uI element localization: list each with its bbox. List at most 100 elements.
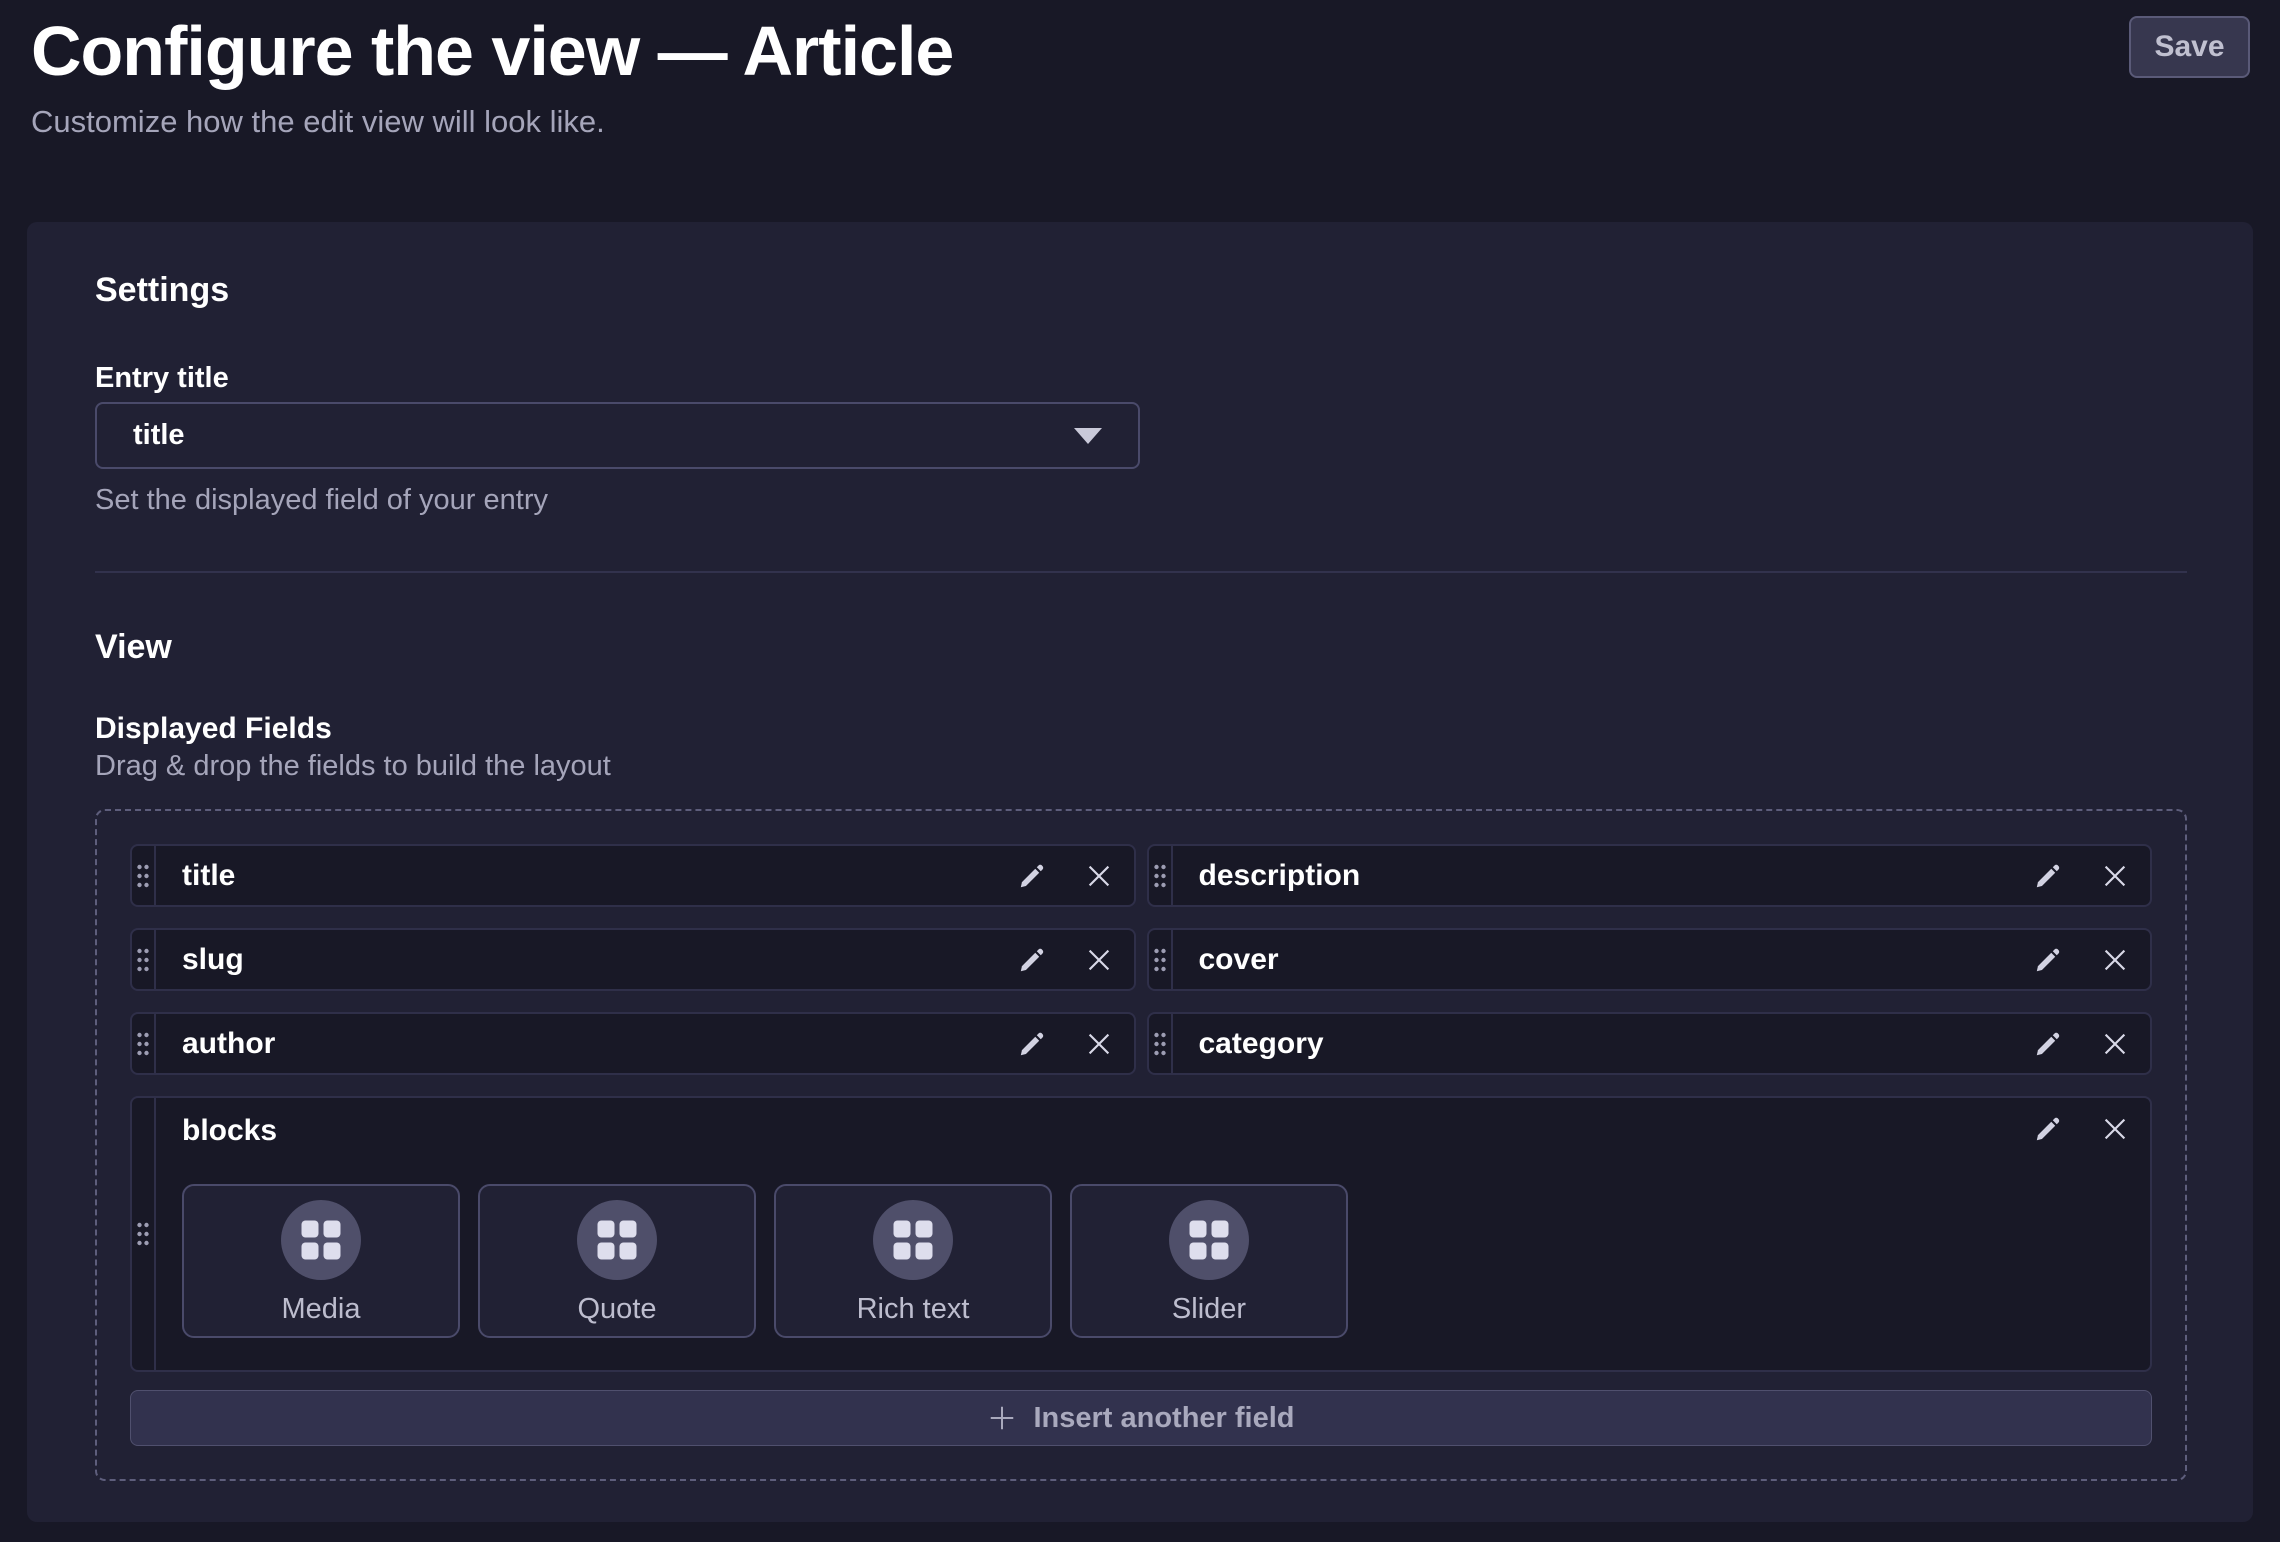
row-actions [1018, 930, 1134, 989]
pencil-icon [2034, 946, 2062, 974]
page-title: Configure the view — Article [31, 14, 2250, 88]
remove-field-button[interactable] [2100, 945, 2130, 975]
insert-another-field-button[interactable]: Insert another field [130, 1390, 2152, 1446]
grid-icon [892, 1219, 934, 1261]
view-heading: View [95, 627, 2187, 667]
fields-grid: title description [130, 844, 2152, 1372]
component-label: Slider [1172, 1293, 1246, 1326]
fields-drop-zone: title description [95, 809, 2187, 1481]
remove-field-button[interactable] [2100, 1029, 2130, 1059]
page-subtitle: Customize how the edit view will look li… [31, 104, 2250, 140]
edit-field-button[interactable] [1018, 862, 1046, 890]
pencil-icon [1018, 946, 1046, 974]
row-actions [2034, 930, 2150, 989]
close-icon [2100, 1029, 2130, 1059]
field-name: title [156, 846, 1018, 905]
row-actions [1018, 846, 1134, 905]
settings-panel: Settings Entry title title Set the displ… [27, 222, 2253, 1522]
row-actions [1018, 1014, 1134, 1073]
blocks-content: blocks Med [156, 1098, 2150, 1370]
drag-handle[interactable] [1149, 930, 1173, 989]
component-icon-circle [577, 1200, 657, 1280]
field-row-category[interactable]: category [1147, 1012, 2153, 1075]
close-icon [1084, 1029, 1114, 1059]
component-card-rich-text[interactable]: Rich text [774, 1184, 1052, 1338]
edit-field-button[interactable] [1018, 1030, 1046, 1058]
component-label: Quote [578, 1293, 657, 1326]
row-actions [2034, 1014, 2150, 1073]
plus-icon [987, 1403, 1017, 1433]
entry-title-hint: Set the displayed field of your entry [95, 483, 2187, 517]
displayed-fields-label: Displayed Fields [95, 711, 2187, 747]
field-name: author [156, 1014, 1018, 1073]
component-label: Rich text [857, 1293, 970, 1326]
grid-icon [1188, 1219, 1230, 1261]
pencil-icon [2034, 1115, 2062, 1143]
remove-field-button[interactable] [1084, 945, 1114, 975]
drag-handle[interactable] [132, 1098, 156, 1370]
remove-field-button[interactable] [1084, 1029, 1114, 1059]
close-icon [2100, 861, 2130, 891]
edit-field-button[interactable] [2034, 862, 2062, 890]
insert-another-field-label: Insert another field [1033, 1402, 1294, 1435]
component-card-quote[interactable]: Quote [478, 1184, 756, 1338]
field-row-description[interactable]: description [1147, 844, 2153, 907]
pencil-icon [1018, 862, 1046, 890]
grip-dots-icon [1153, 1031, 1167, 1057]
pencil-icon [2034, 862, 2062, 890]
page-header: Configure the view — Article Customize h… [0, 0, 2280, 140]
close-icon [2100, 945, 2130, 975]
field-name: slug [156, 930, 1018, 989]
component-icon-circle [281, 1200, 361, 1280]
entry-title-label: Entry title [95, 360, 2187, 396]
grip-dots-icon [136, 947, 150, 973]
field-row-blocks[interactable]: blocks Med [130, 1096, 2152, 1372]
grid-icon [300, 1219, 342, 1261]
component-card-media[interactable]: Media [182, 1184, 460, 1338]
field-name: cover [1173, 930, 2035, 989]
drag-handle[interactable] [1149, 1014, 1173, 1073]
entry-title-select[interactable]: title [95, 402, 1140, 469]
field-row-author[interactable]: author [130, 1012, 1136, 1075]
grip-dots-icon [1153, 947, 1167, 973]
remove-field-button[interactable] [2100, 861, 2130, 891]
edit-field-button[interactable] [2034, 1030, 2062, 1058]
close-icon [2100, 1114, 2130, 1144]
grip-dots-icon [136, 1221, 150, 1247]
component-icon-circle [1169, 1200, 1249, 1280]
drag-handle[interactable] [132, 930, 156, 989]
chevron-down-icon [1074, 428, 1102, 444]
field-row-cover[interactable]: cover [1147, 928, 2153, 991]
component-label: Media [282, 1293, 361, 1326]
field-row-title[interactable]: title [130, 844, 1136, 907]
drag-handle[interactable] [132, 1014, 156, 1073]
remove-field-button[interactable] [1084, 861, 1114, 891]
save-button[interactable]: Save [2129, 16, 2250, 78]
grip-dots-icon [136, 863, 150, 889]
drag-handle[interactable] [1149, 846, 1173, 905]
row-actions [2034, 1114, 2130, 1144]
field-row-slug[interactable]: slug [130, 928, 1136, 991]
pencil-icon [2034, 1030, 2062, 1058]
settings-heading: Settings [95, 270, 2187, 310]
field-name: category [1173, 1014, 2035, 1073]
edit-field-button[interactable] [2034, 1115, 2062, 1143]
edit-field-button[interactable] [1018, 946, 1046, 974]
field-name: blocks [182, 1114, 2150, 1148]
grip-dots-icon [1153, 863, 1167, 889]
grip-dots-icon [136, 1031, 150, 1057]
field-name: description [1173, 846, 2035, 905]
entry-title-select-value: title [133, 419, 185, 452]
pencil-icon [1018, 1030, 1046, 1058]
component-card-slider[interactable]: Slider [1070, 1184, 1348, 1338]
displayed-fields-hint: Drag & drop the fields to build the layo… [95, 749, 2187, 783]
remove-field-button[interactable] [2100, 1114, 2130, 1144]
close-icon [1084, 861, 1114, 891]
component-icon-circle [873, 1200, 953, 1280]
close-icon [1084, 945, 1114, 975]
edit-field-button[interactable] [2034, 946, 2062, 974]
row-actions [2034, 846, 2150, 905]
section-divider [95, 571, 2187, 573]
component-list: Media Quote Rich text [182, 1184, 2150, 1338]
drag-handle[interactable] [132, 846, 156, 905]
